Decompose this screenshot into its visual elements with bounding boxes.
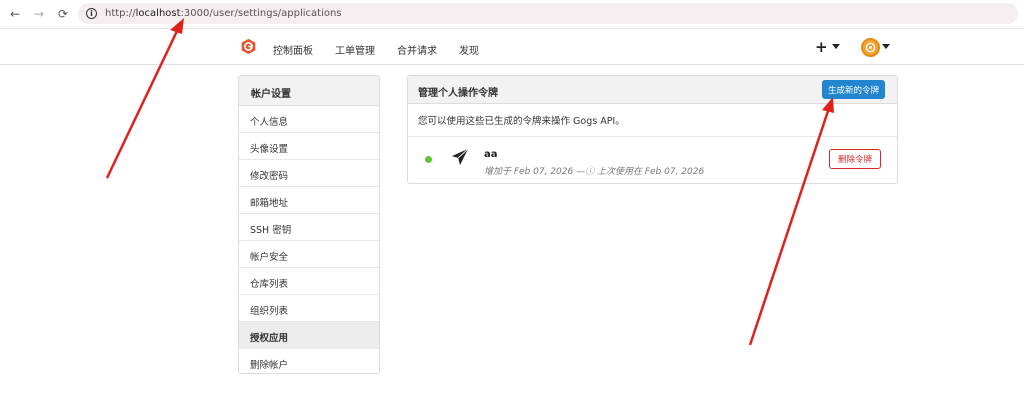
sidebar-item-delete-account[interactable]: 删除帐户 (239, 349, 379, 373)
panel-description: 您可以使用这些已生成的令牌来操作 Gogs API。 (418, 116, 625, 127)
nav-pull-requests[interactable]: 合并请求 (397, 42, 437, 57)
generate-token-button[interactable]: 生成新的令牌 (821, 80, 885, 99)
token-meta: 增加于 Feb 07, 2026 —ⓘ 上次使用在 Feb 07, 2026 (484, 167, 705, 177)
forward-button[interactable]: → (30, 5, 48, 23)
back-arrow-icon: ← (9, 7, 21, 21)
sidebar-item-avatar[interactable]: 头像设置 (239, 133, 379, 160)
back-button[interactable]: ← (6, 5, 24, 23)
avatar-pattern-icon (865, 42, 876, 53)
sidebar-item-security[interactable]: 帐户安全 (239, 241, 379, 268)
reload-icon: ⟳ (57, 7, 69, 21)
panel-header: 管理个人操作令牌 生成新的令牌 (408, 76, 897, 104)
sidebar-item-profile[interactable]: 个人信息 (239, 106, 379, 133)
nav-issues[interactable]: 工单管理 (335, 42, 375, 57)
chevron-down-icon[interactable] (832, 44, 840, 49)
divider (408, 136, 897, 137)
app-header: 控制面板 工单管理 合并请求 发现 + (0, 30, 1024, 65)
avatar[interactable] (861, 38, 880, 57)
sidebar-title: 帐户设置 (239, 76, 379, 106)
token-status-dot (425, 156, 432, 163)
sidebar-item-applications[interactable]: 授权应用 (239, 322, 379, 349)
address-bar[interactable]: i http://localhost:3000/user/settings/ap… (78, 3, 1018, 24)
nav-dashboard[interactable]: 控制面板 (273, 42, 313, 57)
tokens-panel: 管理个人操作令牌 生成新的令牌 您可以使用这些已生成的令牌来操作 Gogs AP… (407, 75, 898, 184)
sidebar-item-email[interactable]: 邮箱地址 (239, 187, 379, 214)
url-text: http://localhost:3000/user/settings/appl… (105, 8, 342, 19)
forward-arrow-icon: → (33, 7, 45, 21)
sidebar-item-ssh-keys[interactable]: SSH 密钥 (239, 214, 379, 241)
sidebar-item-repositories[interactable]: 仓库列表 (239, 268, 379, 295)
sidebar-item-password[interactable]: 修改密码 (239, 160, 379, 187)
reload-button[interactable]: ⟳ (54, 5, 72, 23)
gogs-logo-icon[interactable] (240, 38, 257, 55)
info-icon[interactable]: i (86, 8, 97, 19)
browser-toolbar: ← → ⟳ i http://localhost:3000/user/setti… (0, 0, 1024, 29)
delete-token-button[interactable]: 删除令牌 (829, 149, 882, 169)
send-icon (451, 148, 469, 166)
create-new-menu[interactable]: + (815, 38, 828, 56)
page-title: 管理个人操作令牌 (418, 88, 498, 99)
sidebar-item-organizations[interactable]: 组织列表 (239, 295, 379, 322)
user-menu-chevron-icon[interactable] (882, 44, 890, 49)
settings-sidebar: 帐户设置 个人信息 头像设置 修改密码 邮箱地址 SSH 密钥 帐户安全 仓库列… (238, 75, 380, 374)
nav-explore[interactable]: 发现 (459, 42, 479, 57)
token-name: aa (484, 149, 498, 160)
